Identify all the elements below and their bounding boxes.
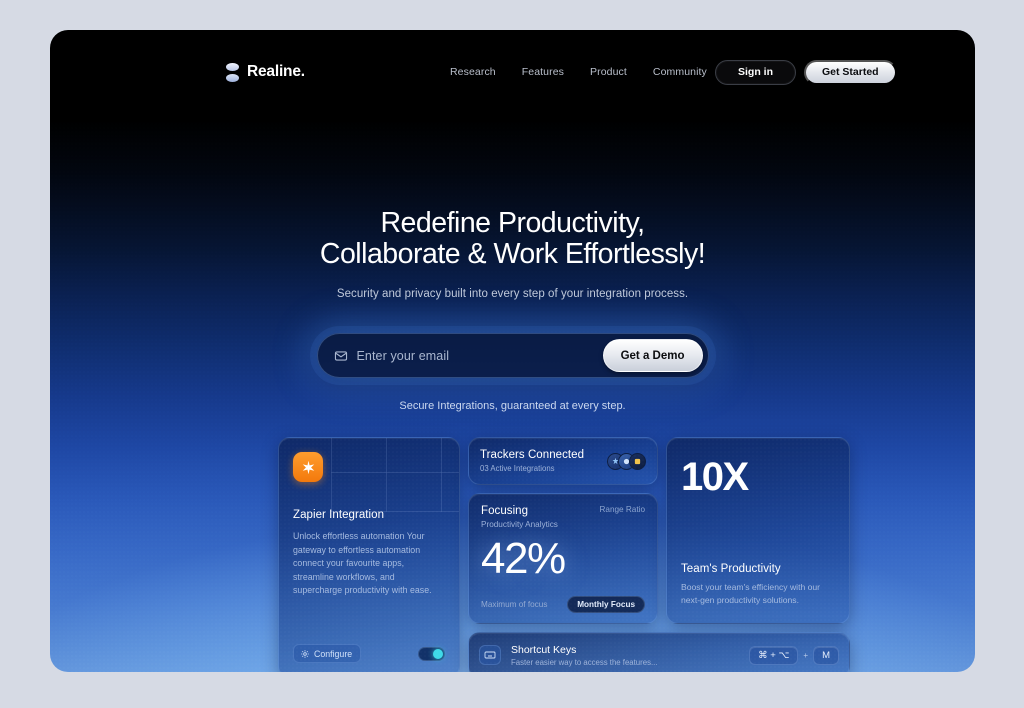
hero-title-line-2: Collaborate & Work Effortlessly!: [319, 238, 706, 270]
brand-name: Realine.: [247, 63, 305, 80]
app-icon-3: [629, 452, 646, 470]
focusing-footer-label: Maximum of focus: [481, 600, 548, 609]
key-combo[interactable]: ⌘ + ⌥: [749, 645, 799, 665]
shortcut-title: Shortcut Keys: [511, 643, 577, 656]
zapier-enabled-toggle[interactable]: [418, 646, 445, 661]
mail-icon: [334, 350, 347, 361]
shortcut-subtitle: Faster easier way to access the features…: [511, 657, 658, 667]
nav-link-research[interactable]: Research: [450, 66, 496, 78]
focusing-range-label: Range Ratio: [599, 505, 645, 514]
trackers-title: Trackers Connected: [480, 449, 585, 461]
focusing-title: Focusing: [481, 505, 529, 517]
tenx-value: 10X: [681, 455, 749, 499]
focusing-heading-text: Focusing Productivity Analytics: [481, 505, 558, 529]
zapier-card-body: Unlock effortless automation Your gatewa…: [293, 531, 432, 595]
key-m[interactable]: M: [813, 645, 839, 665]
nav-link-features[interactable]: Features: [522, 66, 564, 78]
card-trackers-connected[interactable]: Trackers Connected 03 Active Integration…: [468, 437, 658, 485]
screenshot-root: Realine. Research Features Product Commu…: [0, 0, 1024, 708]
monthly-focus-chip[interactable]: Monthly Focus: [567, 596, 645, 613]
integration-avatars: [607, 452, 646, 470]
tenx-body: Boost your team's efficiency with our ne…: [681, 582, 821, 605]
hero-subtitle: Security and privacy built into every st…: [336, 288, 689, 300]
configure-label: Configure: [314, 648, 353, 659]
shortcut-text: Shortcut Keys Faster easier way to acces…: [511, 644, 739, 667]
hero-section: Redefine Productivity, Collaborate & Wor…: [50, 208, 975, 301]
feature-card-grid: Zapier Integration Unlock effortless aut…: [278, 437, 850, 672]
trackers-subtitle: 03 Active Integrations: [480, 464, 555, 473]
decorative-grid-lines: [331, 438, 459, 512]
get-started-button[interactable]: Get Started: [804, 59, 897, 85]
card-zapier-integration[interactable]: Zapier Integration Unlock effortless aut…: [278, 437, 460, 672]
primary-navigation: Research Features Product Community Blog: [450, 66, 754, 78]
zapier-card-title: Zapier Integration: [293, 509, 385, 521]
page-title: Redefine Productivity, Collaborate & Wor…: [50, 208, 975, 270]
focusing-footer: Maximum of focus Monthly Focus: [481, 596, 645, 613]
nav-link-community[interactable]: Community: [653, 66, 707, 78]
brand-logo[interactable]: Realine.: [226, 62, 305, 82]
focusing-value: 42%: [481, 534, 566, 583]
configure-button[interactable]: Configure: [293, 644, 362, 663]
nav-link-product[interactable]: Product: [590, 66, 627, 78]
get-a-demo-button[interactable]: Get a Demo: [602, 339, 703, 372]
email-signup-form: Get a Demo: [316, 333, 709, 378]
card-team-productivity[interactable]: 10X Team's Productivity Boost your team'…: [666, 437, 850, 624]
zapier-star-icon: [293, 452, 323, 482]
layers-icon: [226, 62, 239, 82]
sign-in-button[interactable]: Sign in: [715, 59, 796, 85]
focusing-subtitle: Productivity Analytics: [481, 520, 558, 529]
gear-icon: [301, 649, 309, 658]
tenx-title: Team's Productivity: [681, 563, 781, 575]
card-focusing[interactable]: Focusing Productivity Analytics Range Ra…: [468, 493, 658, 624]
keyboard-icon: [479, 645, 501, 665]
secure-note: Secure Integrations, guaranteed at every…: [399, 400, 626, 412]
trackers-text: Trackers Connected 03 Active Integration…: [480, 449, 584, 473]
header-actions: Sign in Get Started: [715, 59, 897, 85]
landing-page-panel: Realine. Research Features Product Commu…: [50, 30, 975, 672]
card-shortcut-keys[interactable]: Shortcut Keys Faster easier way to acces…: [468, 632, 850, 672]
shortcut-keys-group: ⌘ + ⌥ + M: [749, 645, 839, 665]
key-separator: +: [803, 650, 809, 660]
email-input[interactable]: [356, 348, 603, 363]
site-header: Realine. Research Features Product Commu…: [50, 50, 975, 94]
focusing-header: Focusing Productivity Analytics Range Ra…: [481, 505, 645, 529]
zapier-card-footer: Configure: [293, 644, 445, 663]
hero-title-line-1: Redefine Productivity,: [380, 207, 645, 239]
